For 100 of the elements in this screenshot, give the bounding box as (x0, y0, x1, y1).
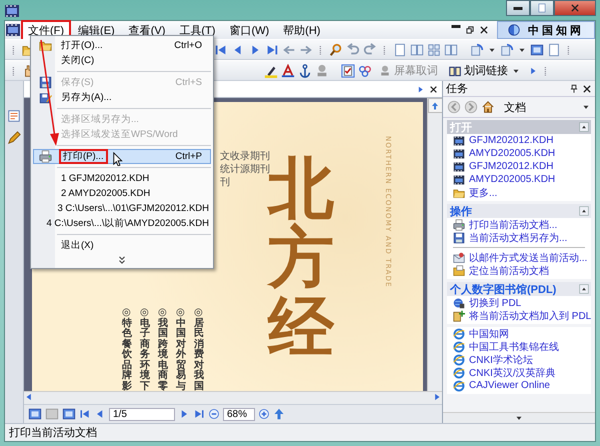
zoom-field[interactable]: 68% (223, 408, 255, 420)
horizontal-scrollbar[interactable] (24, 391, 442, 404)
app-icon[interactable] (5, 22, 21, 38)
menu-item[interactable]: 2 AMYD202005.KDH (33, 186, 211, 201)
rotate-icon[interactable] (500, 42, 514, 56)
zoom-out-icon[interactable] (208, 408, 220, 420)
redo-icon[interactable] (363, 42, 377, 56)
task-link[interactable]: 中国工具书集锦在线 (447, 340, 591, 353)
location-dropdown[interactable]: 文档 (504, 100, 591, 114)
first-page-icon[interactable] (79, 408, 91, 420)
task-link[interactable]: AMYD202005.KDH (447, 147, 591, 160)
task-link[interactable]: CNKI英汉/汉英辞典 (447, 366, 591, 379)
maximize-icon (537, 3, 547, 13)
article-title: ◎电子商务环境下 (140, 308, 150, 391)
first-page-icon[interactable] (214, 42, 228, 56)
collapse-icon (579, 206, 589, 216)
menu-item[interactable]: 另存为(A)... (33, 90, 211, 105)
article-title: ◎特色餐饮品牌影 (122, 308, 132, 391)
minimize-button[interactable] (506, 0, 530, 16)
save-as-icon (38, 91, 52, 104)
task-link[interactable]: CNKI学术论坛 (447, 353, 591, 366)
rotate-icon[interactable] (470, 42, 484, 56)
last-page-icon[interactable] (265, 42, 279, 56)
browser-e-icon (453, 380, 465, 392)
last-page-icon[interactable] (193, 408, 205, 420)
menu-item[interactable]: 退出(X) (33, 238, 211, 253)
book-icon (449, 64, 461, 76)
globe-icon (453, 296, 465, 308)
task-link[interactable]: CAJViewer Online (447, 379, 591, 392)
anchor-icon[interactable] (298, 64, 312, 78)
up-arrow-icon[interactable] (273, 408, 285, 420)
menu-item[interactable]: 4 C:\Users\...\以前\AMYD202005.KDH (33, 216, 211, 231)
task-link[interactable]: GFJM202012.KDH (447, 160, 591, 173)
menu-item[interactable]: 帮助(H) (277, 20, 326, 40)
pin-icon[interactable] (569, 84, 579, 94)
single-page-icon[interactable] (28, 407, 42, 421)
cover-text: 刊 (220, 176, 231, 189)
page-icon[interactable] (547, 42, 561, 56)
highlighter-icon[interactable] (264, 64, 278, 78)
menu-item[interactable]: 窗口(W) (223, 20, 276, 40)
task-link[interactable]: GFJM202012.KDH (447, 134, 591, 147)
back-icon[interactable] (447, 100, 461, 114)
text-color-icon[interactable] (281, 64, 295, 78)
search-icon[interactable] (329, 42, 343, 56)
section-header[interactable]: 个人数字图书馆(PDL) (447, 282, 591, 296)
section-header[interactable]: 操作 (447, 204, 591, 218)
article-title: ◎中国对外贸易与 (176, 308, 186, 391)
task-link[interactable]: 当前活动文档另存为... (447, 231, 591, 244)
notes-icon[interactable] (7, 109, 21, 123)
page-icon[interactable] (393, 42, 407, 56)
logo-text: 中国知网 (528, 24, 584, 38)
close-icon[interactable] (429, 84, 438, 94)
menu-item[interactable]: 关闭(C) (33, 53, 211, 68)
two-page-icon[interactable] (410, 42, 424, 56)
expand-icon[interactable] (117, 254, 127, 264)
browser-e-icon (453, 366, 465, 378)
zoom-in-icon[interactable] (258, 408, 270, 420)
minimize-icon[interactable] (451, 25, 461, 28)
task-link[interactable]: 中国知网 (447, 327, 591, 340)
page-field[interactable]: 1/5 (109, 408, 175, 420)
vertical-scrollbar[interactable] (427, 98, 442, 391)
expand-icon[interactable] (528, 66, 538, 76)
printer-icon (38, 150, 52, 163)
browser-e-icon (453, 340, 465, 352)
close-button[interactable] (554, 0, 596, 16)
close-icon[interactable] (479, 25, 489, 35)
two-page-icon[interactable] (444, 42, 458, 56)
app-icon[interactable] (4, 3, 20, 19)
film-document-icon (453, 160, 465, 172)
window-icon[interactable] (62, 407, 76, 421)
globe-icon (508, 24, 520, 36)
home-icon[interactable] (481, 100, 495, 114)
task-link[interactable]: 更多... (447, 186, 591, 199)
film-document-icon (453, 174, 465, 186)
menu-item[interactable]: 3 C:\Users\...\01\GFJM202012.KDH (33, 201, 211, 216)
task-link[interactable]: 切换到 PDL (447, 296, 591, 309)
browser-e-icon (453, 328, 465, 340)
film-document-icon (453, 148, 465, 160)
task-link[interactable]: 定位当前活动文档 (447, 264, 591, 277)
menu-item[interactable]: 1 GFJM202012.KDH (33, 171, 211, 186)
pencil-icon[interactable] (7, 131, 21, 145)
film-document-icon (453, 134, 465, 146)
window-icon[interactable] (530, 42, 544, 56)
rings-icon[interactable] (358, 64, 372, 78)
task-link[interactable]: 以邮件方式发送当前活动... (447, 251, 591, 264)
task-link[interactable]: 将当前活动文档加入到 PDL (447, 309, 591, 322)
maximize-button[interactable] (530, 0, 554, 16)
article-title: ◎居民消费对我国 (194, 308, 204, 391)
close-icon[interactable] (582, 84, 592, 94)
folder-icon (453, 186, 465, 198)
add-document-icon (453, 310, 465, 322)
task-link[interactable]: AMYD202005.KDH (447, 173, 591, 186)
checklist-icon[interactable] (341, 64, 355, 78)
menu-item[interactable]: 打印(P)... Ctrl+P (33, 149, 211, 164)
menu-item[interactable]: 编辑(E) (72, 20, 121, 40)
toolbar-button[interactable]: 划词链接 (445, 61, 525, 80)
grid-icon[interactable] (427, 42, 441, 56)
scroll-right-icon[interactable] (416, 84, 425, 94)
restore-icon[interactable] (465, 25, 475, 35)
task-link[interactable]: 打印当前活动文档... (447, 218, 591, 231)
